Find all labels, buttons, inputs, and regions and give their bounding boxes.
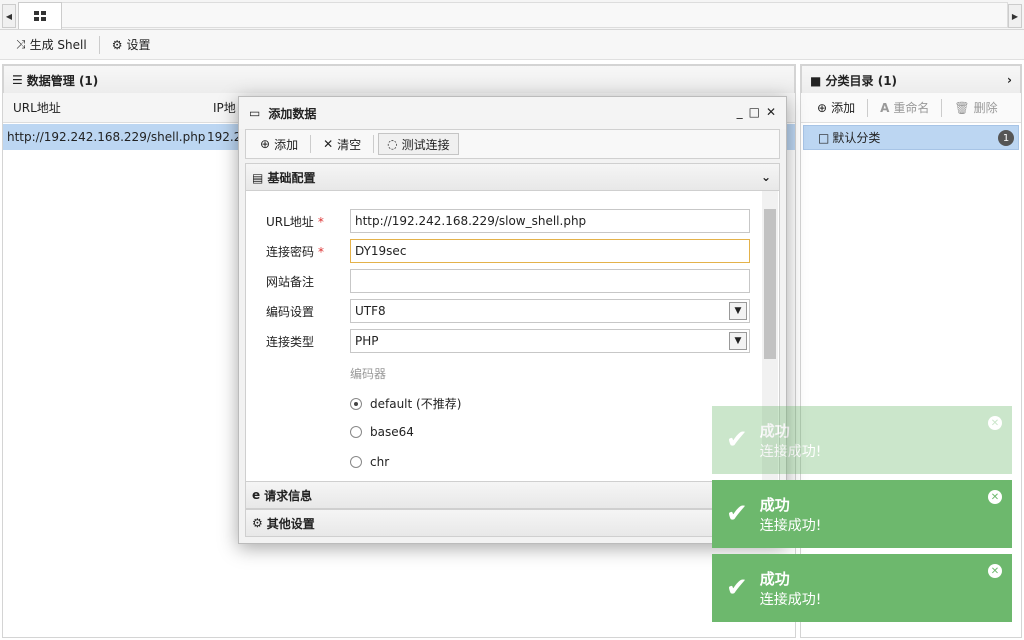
toast-close-icon[interactable]: ✕ (988, 416, 1002, 430)
tab-strip (62, 2, 1008, 28)
radio-icon (350, 456, 362, 468)
plus-circle-icon: ⊕ (260, 137, 271, 151)
chevron-down-icon: ⌄ (760, 170, 771, 184)
encoder-option-default[interactable]: default (不推荐) (350, 395, 461, 412)
toast-notification[interactable]: ✔ 成功 连接成功! ✕ (712, 554, 1012, 622)
divider (941, 98, 943, 117)
shuffle-icon: ⤨ (16, 37, 26, 51)
settings-button[interactable]: ⚙ 设置 (104, 34, 159, 56)
font-icon: A (880, 100, 890, 115)
radio-checked-icon (350, 397, 362, 410)
tab-home[interactable] (18, 2, 62, 29)
section-other-settings[interactable]: ⚙ 其他设置 (245, 509, 780, 537)
check-icon: ✔ (726, 499, 748, 529)
minimize-icon[interactable]: _ (737, 105, 743, 119)
url-label: URL地址 * (266, 215, 324, 229)
divider (867, 98, 869, 117)
radio-icon (350, 426, 362, 438)
plus-circle-icon: ⊕ (817, 100, 828, 115)
category-toolbar: ⊕ 添加 A 重命名 🗑 删除 (801, 93, 1021, 123)
password-label: 连接密码 * (266, 245, 325, 259)
file-icon: ▤ (252, 170, 264, 185)
dialog-toolbar: ⊕ 添加 ✕ 清空 ◌ 测试连接 (245, 129, 780, 159)
divider (310, 135, 312, 153)
list-icon: ☰ (12, 73, 23, 87)
check-icon: ✔ (726, 573, 748, 603)
chevron-down-icon: ▼ (729, 332, 747, 350)
type-label: 连接类型 (266, 335, 315, 349)
gear-icon: ⚙ (111, 37, 123, 52)
category-panel-header: ■ 分类目录 (1) › (801, 65, 1021, 95)
chevron-right-icon[interactable]: › (1007, 73, 1012, 87)
ie-icon: e (252, 488, 261, 502)
toast-close-icon[interactable]: ✕ (988, 490, 1002, 504)
x-icon: ✕ (323, 137, 334, 151)
grid-icon (34, 11, 46, 21)
generate-shell-button[interactable]: ⤨ 生成 Shell (8, 34, 95, 56)
count-badge: 1 (998, 130, 1014, 146)
toast-notification[interactable]: ✔ 成功 连接成功! ✕ (712, 406, 1012, 474)
trash-icon: 🗑 (954, 100, 970, 115)
url-input[interactable] (350, 209, 750, 233)
note-label: 网站备注 (266, 275, 315, 289)
encoder-label: 编码器 (350, 367, 387, 381)
section-basic-config[interactable]: ▤ 基础配置 ⌄ (245, 163, 780, 191)
window-icon: ▭ (249, 106, 261, 120)
encoding-select[interactable]: UTF8 ▼ (350, 299, 750, 323)
tab-bar: ◀ ▶ (0, 0, 1024, 30)
tab-scroll-right-icon[interactable]: ▶ (1008, 4, 1022, 28)
scrollbar-thumb[interactable] (764, 209, 776, 359)
folder-open-icon: □ (818, 130, 830, 145)
maximize-icon[interactable]: □ (749, 105, 760, 119)
category-delete-button[interactable]: 🗑 删除 (946, 97, 1005, 119)
dialog-titlebar[interactable]: ▭ 添加数据 _ □ ✕ (239, 97, 786, 129)
note-input[interactable] (350, 269, 750, 293)
encoder-option-chr[interactable]: chr (350, 455, 389, 469)
divider (373, 135, 375, 153)
data-panel-header: ☰ 数据管理 (1) (3, 65, 795, 95)
main-toolbar: ⤨ 生成 Shell ⚙ 设置 (0, 30, 1024, 60)
divider (98, 35, 100, 54)
gears-icon: ⚙ (252, 516, 263, 530)
folder-icon: ■ (810, 73, 822, 88)
dialog-add-button[interactable]: ⊕ 添加 (252, 133, 306, 155)
section-request-info[interactable]: e 请求信息 (245, 481, 780, 509)
chevron-down-icon: ▼ (729, 302, 747, 320)
tab-scroll-left-icon[interactable]: ◀ (2, 4, 16, 28)
dialog-clear-button[interactable]: ✕ 清空 (315, 133, 369, 155)
column-header-ip[interactable]: IP地 (203, 99, 236, 116)
check-icon: ✔ (726, 425, 748, 455)
cell-url: http://192.242.168.229/shell.php (7, 130, 206, 144)
encoding-label: 编码设置 (266, 305, 315, 319)
type-select[interactable]: PHP ▼ (350, 329, 750, 353)
add-data-dialog: ▭ 添加数据 _ □ ✕ ⊕ 添加 ✕ 清空 ◌ 测试连接 ▤ 基础配置 ⌄ U… (238, 96, 787, 544)
spinner-icon: ◌ (387, 137, 398, 151)
toast-close-icon[interactable]: ✕ (988, 564, 1002, 578)
toast-notification[interactable]: ✔ 成功 连接成功! ✕ (712, 480, 1012, 548)
column-header-url[interactable]: URL地址 (3, 99, 203, 116)
category-add-button[interactable]: ⊕ 添加 (809, 97, 863, 119)
category-item[interactable]: □ 默认分类 1 (803, 125, 1019, 150)
close-icon[interactable]: ✕ (766, 105, 776, 119)
password-input[interactable] (350, 239, 750, 263)
category-rename-button[interactable]: A 重命名 (872, 97, 937, 119)
test-connection-button[interactable]: ◌ 测试连接 (378, 133, 459, 155)
cell-ip: 192.2 (207, 130, 242, 144)
basic-config-form: URL地址* 连接密码* 网站备注 编码设置 UTF8 ▼ 连接类型 PHP ▼… (245, 191, 780, 481)
encoder-option-base64[interactable]: base64 (350, 425, 414, 439)
category-panel: ■ 分类目录 (1) › ⊕ 添加 A 重命名 🗑 删除 □ 默认分类 1 (800, 64, 1022, 638)
